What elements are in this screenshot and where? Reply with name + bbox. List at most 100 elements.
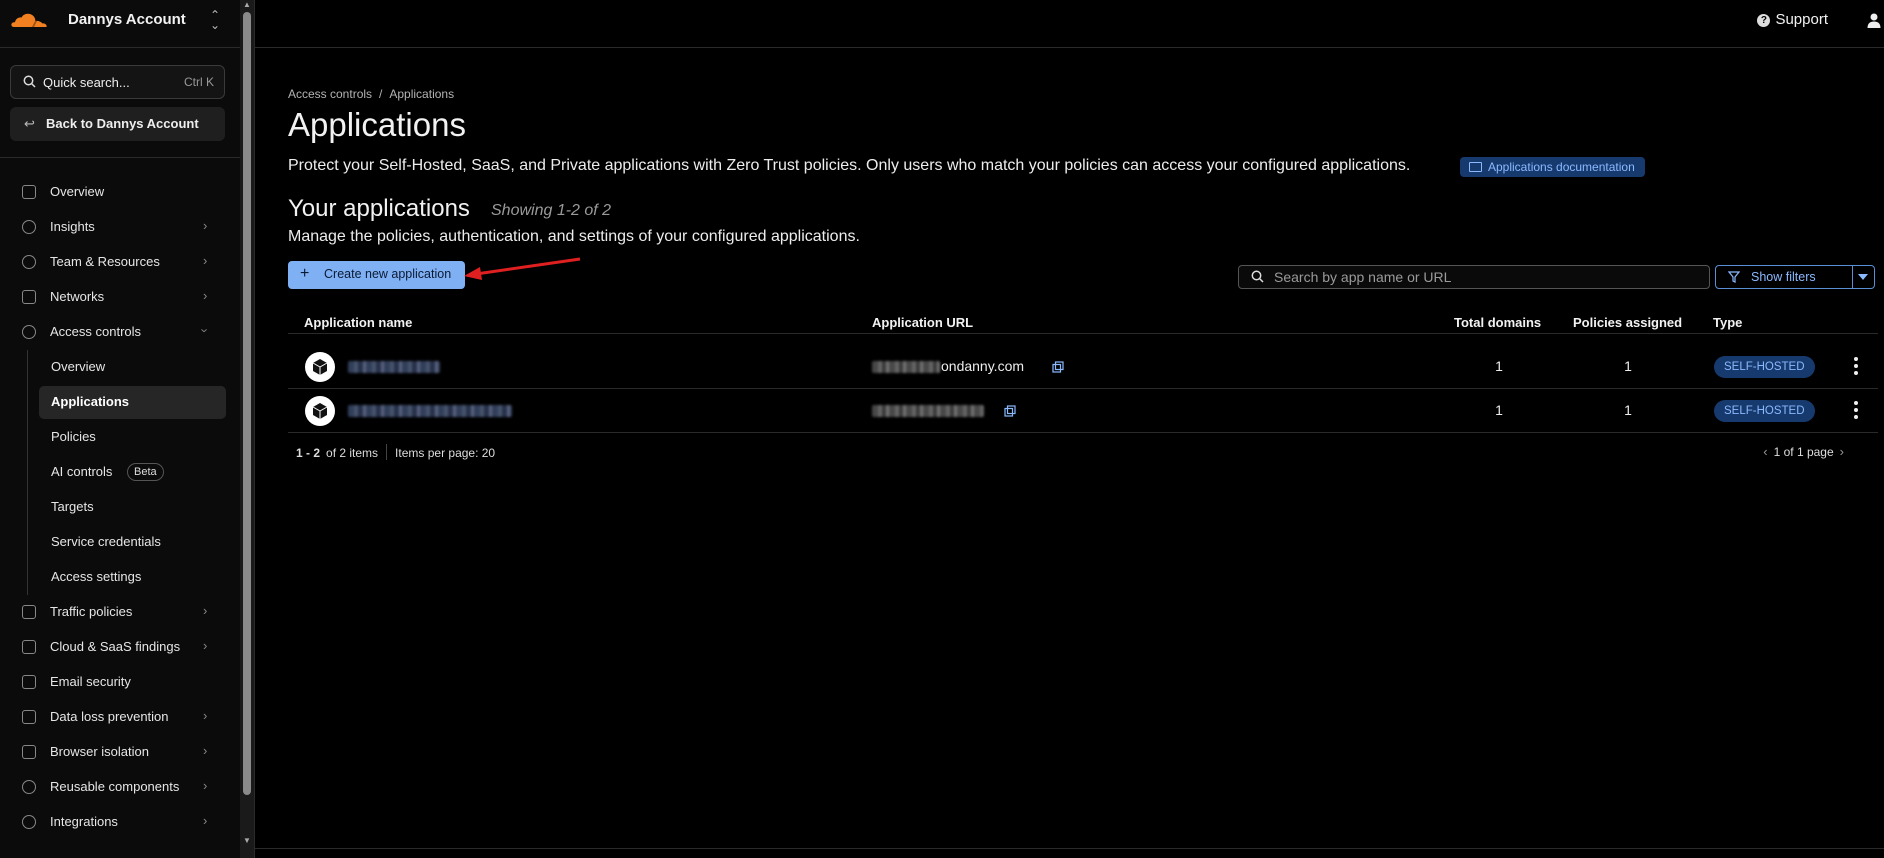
sidebar-subitem-label: Service credentials bbox=[51, 534, 161, 549]
kebab-menu-icon[interactable] bbox=[1854, 357, 1858, 378]
redacted-url bbox=[872, 405, 984, 417]
create-new-application-button[interactable]: + Create new application bbox=[288, 261, 465, 289]
app-search-input[interactable] bbox=[1274, 268, 1694, 286]
insights-icon bbox=[22, 220, 36, 234]
back-to-account-button[interactable]: ↩ Back to Dannys Account bbox=[10, 107, 225, 141]
quick-search-label: Quick search... bbox=[43, 75, 130, 90]
help-icon: ? bbox=[1757, 14, 1771, 27]
sidebar-subitem-access-settings[interactable]: Access settings bbox=[28, 560, 240, 595]
table-row[interactable]: 1 1 SELF-HOSTED bbox=[288, 389, 1878, 433]
support-link[interactable]: ? Support bbox=[1757, 11, 1828, 28]
sidebar-subitem-policies[interactable]: Policies bbox=[28, 420, 240, 455]
sidebar-subitem-applications[interactable]: Applications bbox=[28, 385, 240, 420]
pagination-controls: ‹ 1 of 1 page › bbox=[1757, 444, 1850, 459]
account-switcher[interactable]: Dannys Account ⌃ ⌄ bbox=[0, 0, 240, 48]
sidebar-subitem-service-credentials[interactable]: Service credentials bbox=[28, 525, 240, 560]
sidebar-border bbox=[254, 0, 255, 858]
quick-search-shortcut: Ctrl K bbox=[184, 75, 214, 89]
sidebar-divider bbox=[0, 157, 240, 158]
filters-dropdown-button[interactable] bbox=[1853, 265, 1875, 289]
policies-assigned-value: 1 bbox=[1624, 402, 1632, 418]
sidebar-item-label: Overview bbox=[50, 184, 105, 199]
show-filters-button[interactable]: Show filters bbox=[1715, 265, 1853, 289]
column-header-policies-assigned[interactable]: Policies assigned bbox=[1573, 315, 1682, 330]
sidebar-subitem-label: Access settings bbox=[51, 569, 142, 584]
total-domains-value: 1 bbox=[1495, 358, 1503, 374]
previous-page-icon[interactable]: ‹ bbox=[1763, 444, 1767, 459]
sidebar-scrollbar[interactable]: ▲ ▼ bbox=[240, 0, 254, 858]
scrollbar-thumb[interactable] bbox=[243, 12, 251, 795]
sidebar-item-insights[interactable]: Insights › bbox=[0, 210, 240, 245]
sidebar-item-cloud-saas-findings[interactable]: Cloud & SaaS findings › bbox=[0, 630, 240, 665]
sidebar-subitem-ai-controls[interactable]: AI controls Beta bbox=[28, 455, 240, 490]
cloud-findings-icon bbox=[22, 640, 36, 654]
scroll-up-icon[interactable]: ▲ bbox=[243, 0, 251, 9]
sidebar-item-data-loss-prevention[interactable]: Data loss prevention › bbox=[0, 700, 240, 735]
column-header-application-name[interactable]: Application name bbox=[304, 315, 412, 330]
redacted-app-name[interactable] bbox=[348, 361, 440, 373]
kebab-menu-icon[interactable] bbox=[1854, 401, 1858, 422]
search-icon bbox=[23, 75, 36, 88]
column-header-application-url[interactable]: Application URL bbox=[872, 315, 973, 330]
sidebar-item-email-security[interactable]: Email security bbox=[0, 665, 240, 700]
redacted-url-prefix bbox=[872, 361, 940, 373]
sidebar-item-access-controls[interactable]: Access controls › bbox=[0, 315, 240, 350]
sidebar-item-label: Traffic policies bbox=[50, 604, 133, 619]
items-per-page-select[interactable]: Items per page: 20 bbox=[395, 446, 495, 460]
back-to-account-label: Back to Dannys Account bbox=[46, 116, 199, 131]
chevron-right-icon: › bbox=[203, 743, 208, 758]
quick-search-button[interactable]: Quick search... Ctrl K bbox=[10, 65, 225, 99]
chevron-right-icon: › bbox=[203, 218, 208, 233]
table-row[interactable]: ondanny.com 1 1 SELF-HOSTED bbox=[288, 345, 1878, 389]
sidebar-subitem-label: Overview bbox=[51, 359, 106, 374]
breadcrumb-separator: / bbox=[379, 87, 383, 101]
column-header-total-domains[interactable]: Total domains bbox=[1454, 315, 1541, 330]
sidebar-item-networks[interactable]: Networks › bbox=[0, 280, 240, 315]
sidebar-item-traffic-policies[interactable]: Traffic policies › bbox=[0, 595, 240, 630]
caret-down-icon bbox=[1858, 274, 1868, 280]
topbar: ? Support bbox=[255, 0, 1884, 48]
sidebar-item-label: Networks bbox=[50, 289, 105, 304]
scroll-down-icon[interactable]: ▼ bbox=[243, 836, 251, 845]
sidebar-subitem-targets[interactable]: Targets bbox=[28, 490, 240, 525]
sidebar-item-overview[interactable]: Overview bbox=[0, 175, 240, 210]
breadcrumb-parent[interactable]: Access controls bbox=[288, 87, 372, 101]
sidebar-item-browser-isolation[interactable]: Browser isolation › bbox=[0, 735, 240, 770]
back-arrow-icon: ↩ bbox=[24, 116, 35, 131]
sidebar-item-label: Cloud & SaaS findings bbox=[50, 639, 181, 654]
copy-icon[interactable] bbox=[1004, 405, 1016, 417]
copy-icon[interactable] bbox=[1052, 361, 1064, 373]
type-badge: SELF-HOSTED bbox=[1714, 400, 1815, 422]
team-icon bbox=[22, 255, 36, 269]
sidebar-item-label: Team & Resources bbox=[50, 254, 160, 269]
integrations-icon bbox=[22, 815, 36, 829]
filter-icon bbox=[1728, 271, 1740, 283]
chevron-right-icon: › bbox=[203, 708, 208, 723]
sidebar-subitem-overview[interactable]: Overview bbox=[28, 350, 240, 385]
sidebar-item-reusable-components[interactable]: Reusable components › bbox=[0, 770, 240, 805]
support-label: Support bbox=[1775, 11, 1828, 28]
sidebar-item-integrations[interactable]: Integrations › bbox=[0, 805, 240, 840]
chevron-right-icon: › bbox=[203, 603, 208, 618]
column-header-type[interactable]: Type bbox=[1713, 315, 1742, 330]
breadcrumb: Access controls / Applications bbox=[288, 87, 454, 101]
book-icon bbox=[1469, 162, 1482, 172]
app-search-input-wrapper[interactable] bbox=[1238, 265, 1710, 289]
next-page-icon[interactable]: › bbox=[1840, 444, 1844, 459]
pagination-range: 1 - 2 bbox=[296, 446, 321, 460]
access-controls-submenu: Overview Applications Policies AI contro… bbox=[27, 350, 240, 595]
sidebar-item-label: Email security bbox=[50, 674, 131, 689]
email-icon bbox=[22, 675, 36, 689]
sidebar-subitem-label: Policies bbox=[51, 429, 96, 444]
redacted-app-name[interactable] bbox=[348, 405, 512, 417]
sidebar-item-label: Data loss prevention bbox=[50, 709, 169, 724]
applications-documentation-link[interactable]: Applications documentation bbox=[1460, 157, 1645, 177]
user-icon[interactable] bbox=[1866, 12, 1882, 28]
annotation-arrow-icon bbox=[464, 257, 581, 280]
access-controls-icon bbox=[22, 325, 36, 339]
sidebar-item-label: Integrations bbox=[50, 814, 118, 829]
sidebar-item-team-resources[interactable]: Team & Resources › bbox=[0, 245, 240, 280]
section-title: Your applications bbox=[288, 195, 470, 222]
chevron-up-down-icon[interactable]: ⌃ ⌄ bbox=[209, 9, 221, 31]
footer-divider bbox=[255, 848, 1884, 849]
